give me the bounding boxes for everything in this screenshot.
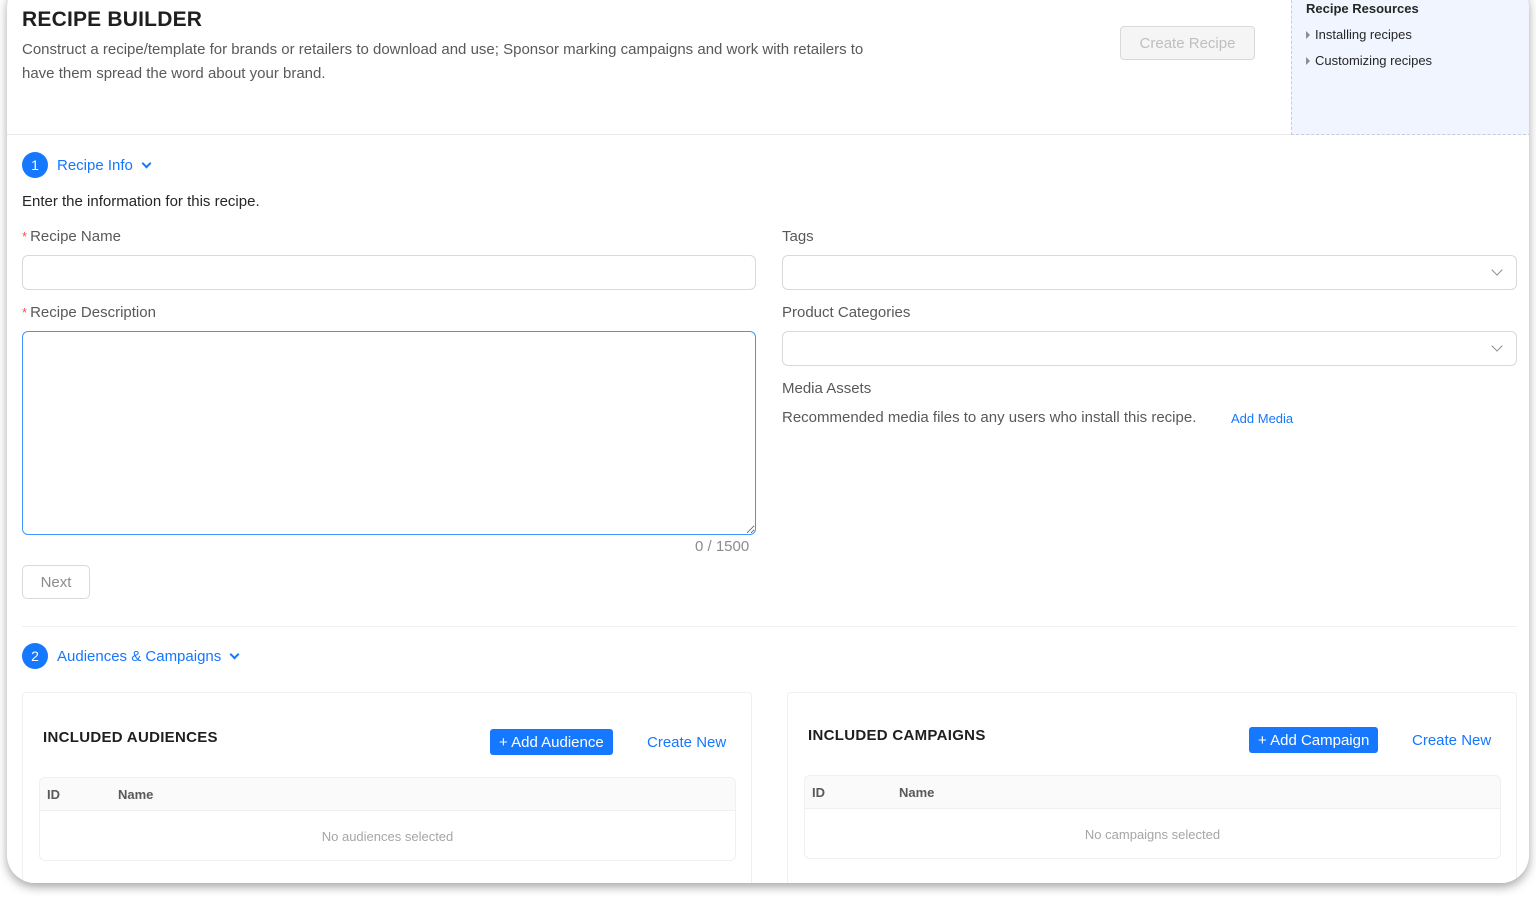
- media-assets-label: Media Assets: [782, 380, 872, 397]
- card-title: INCLUDED AUDIENCES: [43, 729, 218, 746]
- page-header: RECIPE BUILDER Construct a recipe/templa…: [7, 0, 1529, 135]
- campaigns-table: ID Name No campaigns selected: [804, 775, 1501, 859]
- step-intro-text: Enter the information for this recipe.: [22, 193, 260, 210]
- resources-title: Recipe Resources: [1306, 1, 1419, 16]
- add-audience-button[interactable]: + Add Audience: [490, 729, 613, 755]
- chevron-down-icon: [141, 158, 152, 168]
- included-audiences-card: INCLUDED AUDIENCES + Add Audience Create…: [22, 692, 752, 883]
- page-description: Construct a recipe/template for brands o…: [22, 41, 864, 82]
- page-title: RECIPE BUILDER: [22, 8, 203, 31]
- add-media-link[interactable]: Add Media: [1231, 411, 1293, 426]
- recipe-resources-panel: Recipe Resources Installing recipes Cust…: [1291, 0, 1529, 135]
- table-header: ID Name: [40, 778, 735, 811]
- media-assets-description: Recommended media files to any users who…: [782, 409, 1197, 426]
- column-header-id: ID: [47, 787, 60, 802]
- step-label: Recipe Info: [57, 156, 133, 174]
- product-categories-select[interactable]: [782, 331, 1517, 366]
- resource-link-installing[interactable]: Installing recipes: [1306, 27, 1412, 42]
- audiences-table: ID Name No audiences selected: [39, 777, 736, 861]
- add-campaign-button[interactable]: + Add Campaign: [1249, 727, 1379, 753]
- character-counter: 0 / 1500: [695, 538, 750, 555]
- app-window: RECIPE BUILDER Construct a recipe/templa…: [7, 0, 1529, 883]
- tags-label: Tags: [782, 228, 814, 245]
- create-new-campaign-link[interactable]: Create New: [1412, 732, 1491, 749]
- caret-right-icon: [1306, 30, 1310, 39]
- step-number-badge: 2: [22, 643, 48, 669]
- resource-link-label: Customizing recipes: [1315, 53, 1433, 68]
- included-campaigns-card: INCLUDED CAMPAIGNS + Add Campaign Create…: [787, 692, 1517, 883]
- next-button[interactable]: Next: [22, 565, 90, 599]
- create-recipe-button[interactable]: Create Recipe: [1120, 26, 1255, 60]
- recipe-name-input[interactable]: [22, 255, 756, 290]
- table-header: ID Name: [805, 776, 1500, 809]
- step-label: Audiences & Campaigns: [57, 647, 222, 665]
- caret-right-icon: [1306, 56, 1310, 65]
- tags-select[interactable]: [782, 255, 1517, 290]
- resource-link-label: Installing recipes: [1315, 27, 1412, 42]
- step-number-badge: 1: [22, 152, 48, 178]
- required-mark: *: [22, 305, 28, 320]
- chevron-down-icon: [229, 649, 240, 659]
- product-categories-label: Product Categories: [782, 304, 911, 321]
- recipe-description-label: * Recipe Description: [22, 304, 156, 321]
- column-header-name: Name: [899, 785, 935, 800]
- recipe-description-textarea[interactable]: [22, 331, 756, 535]
- section-divider: [22, 626, 1517, 627]
- resource-link-customizing[interactable]: Customizing recipes: [1306, 53, 1432, 68]
- column-header-name: Name: [118, 787, 154, 802]
- chevron-down-icon: [1491, 264, 1503, 276]
- step-audiences-campaigns-toggle[interactable]: 2 Audiences & Campaigns: [22, 643, 240, 669]
- card-title: INCLUDED CAMPAIGNS: [808, 727, 986, 744]
- empty-state: No audiences selected: [321, 828, 454, 844]
- column-header-id: ID: [812, 785, 825, 800]
- recipe-name-label: * Recipe Name: [22, 228, 121, 245]
- required-mark: *: [22, 229, 28, 244]
- chevron-down-icon: [1491, 340, 1503, 352]
- create-new-audience-link[interactable]: Create New: [647, 734, 726, 751]
- step-recipe-info-toggle[interactable]: 1 Recipe Info: [22, 152, 152, 178]
- empty-state: No campaigns selected: [1084, 826, 1221, 842]
